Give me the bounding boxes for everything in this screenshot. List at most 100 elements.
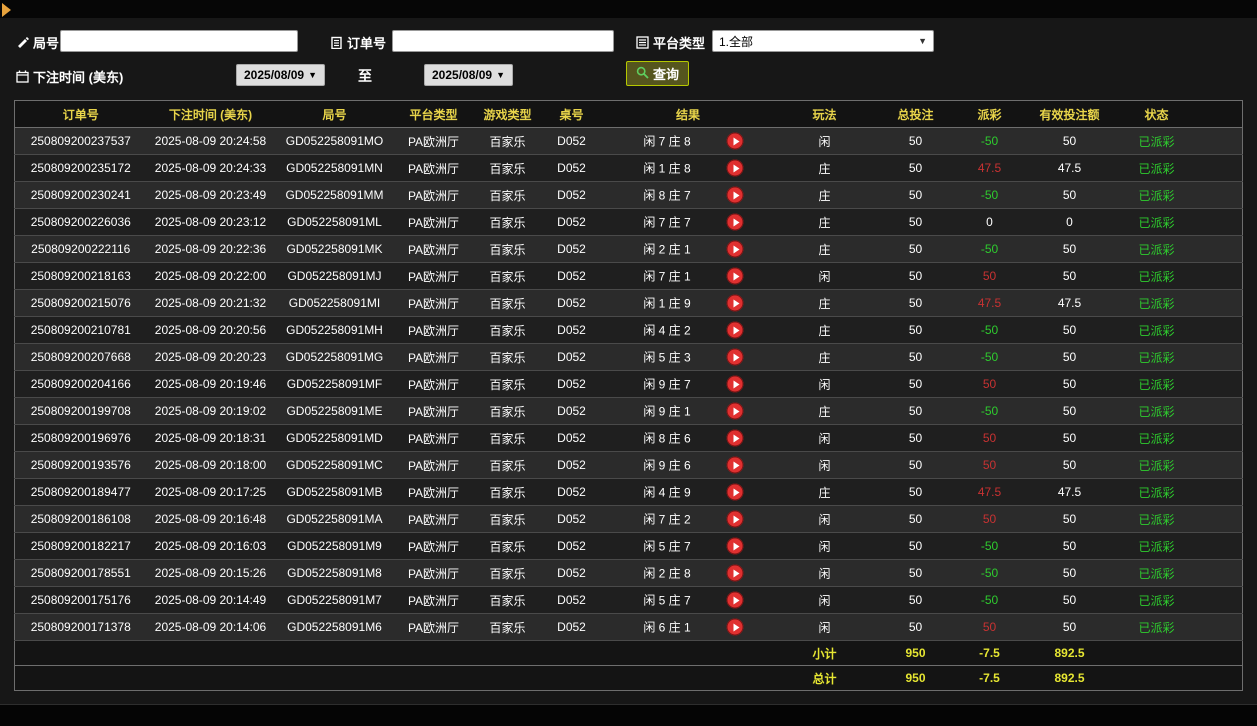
date-from-picker[interactable]: 2025/08/09 ▼ <box>236 64 325 86</box>
table-row: 250809200215076 2025-08-09 20:21:32 GD0522… <box>14 289 1243 317</box>
play-video-button[interactable] <box>726 132 744 150</box>
play-video-button[interactable] <box>726 591 744 609</box>
table-row: 250809200196976 2025-08-09 20:18:31 GD0522… <box>14 424 1243 452</box>
filler-cell <box>1196 452 1243 479</box>
play-video-button[interactable] <box>726 456 744 474</box>
subtotal-total-bet: 950 <box>905 646 926 660</box>
valid-bet-cell: 47.5 <box>1057 161 1082 175</box>
status-cell: 已派彩 <box>1138 566 1175 581</box>
play-video-button[interactable] <box>726 213 744 231</box>
order-no-cell: 250809200207668 <box>30 350 131 364</box>
result-cell: 闲 1 庄 9 <box>601 290 776 317</box>
order-no-cell: 250809200235172 <box>30 161 131 175</box>
play-video-button[interactable] <box>726 618 744 636</box>
platform-type-cell: PA欧洲厅 <box>407 485 460 500</box>
play-video-button[interactable] <box>726 483 744 501</box>
sidebar-collapse-arrow[interactable] <box>2 3 11 17</box>
platform-type-cell: PA欧洲厅 <box>407 404 460 419</box>
valid-bet-cell: 50 <box>1062 566 1077 580</box>
total-bet-cell: 50 <box>908 134 923 148</box>
play-video-button[interactable] <box>726 402 744 420</box>
table-no-cell: D052 <box>557 269 586 283</box>
play-type-cell: 庄 <box>818 215 831 230</box>
order-no-cell: 250809200171378 <box>30 620 131 634</box>
play-type-cell: 庄 <box>818 350 831 365</box>
play-video-button[interactable] <box>726 294 744 312</box>
play-video-button[interactable] <box>726 537 744 555</box>
round-no-cell: GD052258091MB <box>286 485 383 499</box>
bet-time-cell: 2025-08-09 20:22:00 <box>154 269 267 283</box>
result-text: 闲 2 庄 8 <box>643 566 691 581</box>
header-bet-time: 下注时间 (美东) <box>146 100 275 128</box>
play-video-button[interactable] <box>726 429 744 447</box>
round-no-cell: GD052258091MC <box>286 458 383 472</box>
play-video-button[interactable] <box>726 375 744 393</box>
bet-time-cell: 2025-08-09 20:23:49 <box>154 188 267 202</box>
calendar-icon <box>16 70 29 83</box>
table-row: 250809200204166 2025-08-09 20:19:46 GD0522… <box>14 370 1243 398</box>
order-no-cell: 250809200210781 <box>30 323 131 337</box>
table-no-cell: D052 <box>557 350 586 364</box>
result-text: 闲 1 庄 8 <box>643 161 691 176</box>
valid-bet-cell: 50 <box>1062 431 1077 445</box>
play-video-button[interactable] <box>726 564 744 582</box>
play-video-button[interactable] <box>726 186 744 204</box>
game-type-cell: 百家乐 <box>489 458 526 473</box>
game-type-cell: 百家乐 <box>489 377 526 392</box>
status-cell: 已派彩 <box>1138 512 1175 527</box>
bet-time-cell: 2025-08-09 20:17:25 <box>154 485 267 499</box>
valid-bet-cell: 50 <box>1062 404 1077 418</box>
platform-type-cell: PA欧洲厅 <box>407 161 460 176</box>
result-cell: 闲 5 庄 7 <box>601 587 776 614</box>
platform-type-select[interactable]: 1.全部 ▼ <box>712 30 934 52</box>
bet-time-cell: 2025-08-09 20:22:36 <box>154 242 267 256</box>
play-type-cell: 庄 <box>818 296 831 311</box>
game-type-cell: 百家乐 <box>489 242 526 257</box>
platform-type-cell: PA欧洲厅 <box>407 269 460 284</box>
payout-cell: -50 <box>980 134 999 148</box>
total-payout: -7.5 <box>979 671 1000 685</box>
table-row: 250809200171378 2025-08-09 20:14:06 GD0522… <box>14 613 1243 641</box>
play-video-button[interactable] <box>726 348 744 366</box>
status-cell: 已派彩 <box>1138 593 1175 608</box>
order-no-cell: 250809200204166 <box>30 377 131 391</box>
table-row: 250809200235172 2025-08-09 20:24:33 GD0522… <box>14 154 1243 182</box>
total-total-bet: 950 <box>905 671 926 685</box>
status-cell: 已派彩 <box>1138 161 1175 176</box>
play-video-button[interactable] <box>726 240 744 258</box>
payout-cell: -50 <box>980 404 999 418</box>
status-cell: 已派彩 <box>1138 539 1175 554</box>
play-icon <box>733 245 740 253</box>
round-no-cell: GD052258091M8 <box>287 566 382 580</box>
play-video-button[interactable] <box>726 159 744 177</box>
table-row: 250809200226036 2025-08-09 20:23:12 GD0522… <box>14 208 1243 236</box>
bet-time-cell: 2025-08-09 20:14:06 <box>154 620 267 634</box>
bet-time-cell: 2025-08-09 20:18:00 <box>154 458 267 472</box>
platform-type-cell: PA欧洲厅 <box>407 242 460 257</box>
play-video-button[interactable] <box>726 267 744 285</box>
result-text: 闲 4 庄 2 <box>643 323 691 338</box>
query-button[interactable]: 查询 <box>626 61 690 86</box>
result-text: 闲 5 庄 7 <box>643 593 691 608</box>
round-no-input[interactable] <box>60 30 298 52</box>
date-range-to-label: 至 <box>358 68 372 84</box>
game-type-cell: 百家乐 <box>489 539 526 554</box>
filler-cell <box>1196 398 1243 425</box>
total-bet-cell: 50 <box>908 620 923 634</box>
platform-type-cell: PA欧洲厅 <box>407 620 460 635</box>
round-no-cell: GD052258091MO <box>285 134 384 148</box>
table-no-cell: D052 <box>557 323 586 337</box>
date-from-value: 2025/08/09 <box>244 68 305 82</box>
result-cell: 闲 2 庄 8 <box>601 560 776 587</box>
order-no-input[interactable] <box>392 30 614 52</box>
table-header-row: 订单号 下注时间 (美东) 局号 平台类型 游戏类型 桌号 结果 玩法 总投注 … <box>14 100 1243 128</box>
play-video-button[interactable] <box>726 510 744 528</box>
round-no-cell: GD052258091MM <box>285 188 384 202</box>
result-text: 闲 7 庄 1 <box>643 269 691 284</box>
date-to-picker[interactable]: 2025/08/09 ▼ <box>424 64 513 86</box>
total-status-empty <box>1118 666 1196 691</box>
status-cell: 已派彩 <box>1138 431 1175 446</box>
play-type-cell: 庄 <box>818 188 831 203</box>
play-video-button[interactable] <box>726 321 744 339</box>
total-bet-cell: 50 <box>908 458 923 472</box>
